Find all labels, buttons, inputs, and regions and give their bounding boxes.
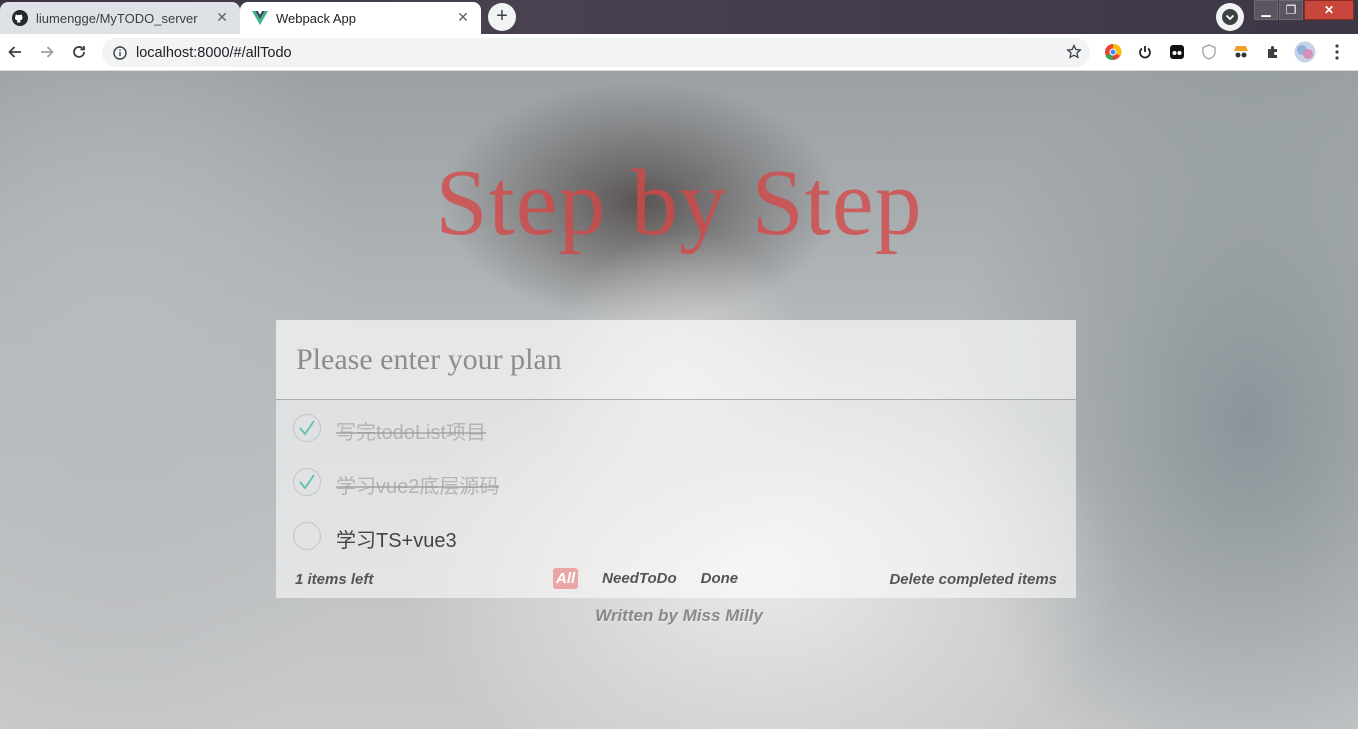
close-tab-icon[interactable]: ✕	[214, 9, 230, 26]
completed-toggle[interactable]	[293, 414, 321, 442]
reload-icon[interactable]	[68, 41, 90, 63]
more-menu-icon[interactable]	[1328, 43, 1346, 61]
page-content: Step by Step 写完todoList项目 学习vue2底层源码 学习T…	[0, 71, 1358, 729]
vue-icon	[252, 10, 268, 26]
todo-card: 写完todoList项目 学习vue2底层源码 学习TS+vue3 1 item…	[276, 320, 1076, 598]
shield-icon[interactable]	[1200, 43, 1218, 61]
tab-title: Webpack App	[276, 10, 356, 26]
plan-input[interactable]	[276, 320, 1076, 400]
delete-completed-button[interactable]: Delete completed items	[889, 571, 1057, 588]
tab-strip: liumengge/MyTODO_server ✕ Webpack App ✕ …	[0, 0, 1358, 35]
filter-group: All NeedToDo Done	[553, 568, 762, 589]
tab-webpack-app[interactable]: Webpack App ✕	[240, 2, 481, 34]
completed-toggle[interactable]	[293, 468, 321, 496]
avatar[interactable]	[1294, 41, 1316, 63]
filter-needtodo[interactable]: NeedToDo	[602, 568, 676, 589]
minimize-icon[interactable]: ▁	[1254, 0, 1278, 20]
close-tab-icon[interactable]: ✕	[455, 9, 471, 26]
forward-icon[interactable]	[36, 41, 58, 63]
new-tab-button[interactable]: +	[488, 3, 516, 31]
info-icon[interactable]	[112, 45, 128, 61]
browser-toolbar: localhost:8000/#/allTodo	[0, 34, 1358, 71]
bookmark-star-icon[interactable]	[1066, 43, 1082, 64]
todo-text: 写完todoList项目	[336, 422, 487, 444]
items-left-count: 1 items left	[295, 571, 374, 588]
filter-all[interactable]: All	[553, 568, 579, 589]
github-icon	[12, 10, 28, 26]
todo-text: 学习TS+vue3	[336, 530, 457, 552]
puzzle-extensions-icon[interactable]	[1264, 43, 1282, 61]
address-bar[interactable]: localhost:8000/#/allTodo	[102, 38, 1090, 67]
back-icon[interactable]	[4, 41, 26, 63]
check-icon	[299, 420, 315, 436]
completed-toggle[interactable]	[293, 522, 321, 550]
credit-text: Written by Miss Milly	[595, 606, 763, 625]
todo-item: 学习vue2底层源码	[276, 456, 1076, 510]
todo-item: 学习TS+vue3	[276, 510, 1076, 564]
tab-search-icon[interactable]	[1216, 3, 1244, 31]
app-title: Step by Step	[435, 151, 923, 255]
url-text: localhost:8000/#/allTodo	[136, 44, 292, 61]
filter-done[interactable]: Done	[701, 568, 739, 589]
power-icon[interactable]	[1136, 43, 1154, 61]
tab-github[interactable]: liumengge/MyTODO_server ✕	[0, 2, 240, 34]
chrome-extension-icon[interactable]	[1104, 43, 1122, 61]
maximize-icon[interactable]: ❐	[1279, 0, 1303, 20]
todo-footer: 1 items left All NeedToDo Done Delete co…	[276, 566, 1076, 596]
todo-text: 学习vue2底层源码	[336, 476, 500, 498]
spy-extension-icon[interactable]	[1232, 43, 1250, 61]
tab-title: liumengge/MyTODO_server	[36, 10, 198, 26]
check-icon	[299, 474, 315, 490]
todo-item: 写完todoList项目	[276, 402, 1076, 456]
tampermonkey-icon[interactable]	[1168, 43, 1186, 61]
close-window-icon[interactable]: ✕	[1304, 0, 1354, 20]
